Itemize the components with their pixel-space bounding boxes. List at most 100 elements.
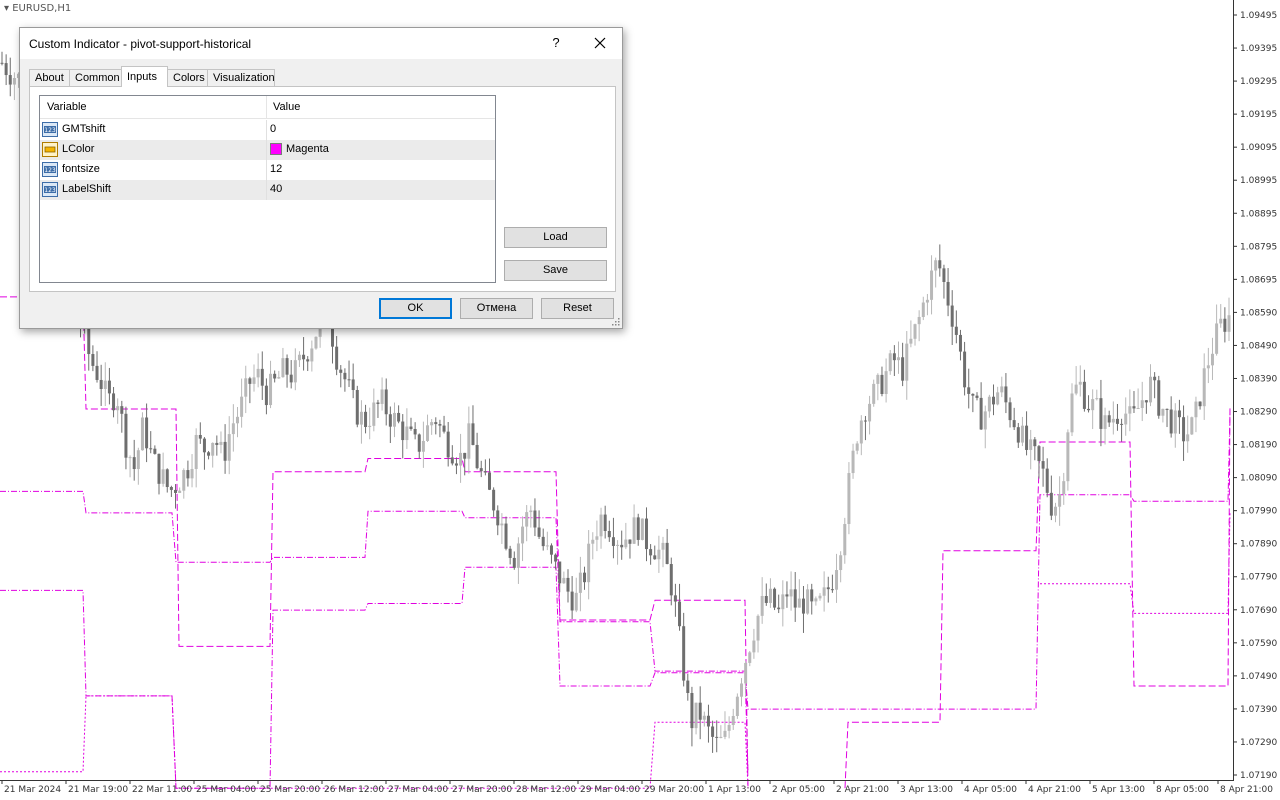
candle-body	[178, 490, 182, 493]
param-value[interactable]: 12	[270, 163, 282, 175]
column-header-variable[interactable]: Variable	[47, 101, 87, 113]
svg-text:123: 123	[44, 127, 56, 134]
column-header-value[interactable]: Value	[273, 101, 300, 113]
candle-body	[946, 281, 950, 306]
candle-body	[744, 662, 748, 684]
candle-body	[384, 389, 388, 415]
candle-body	[459, 452, 463, 466]
candle-body	[1194, 401, 1198, 418]
candle-body	[847, 473, 851, 525]
candle-body	[876, 374, 880, 384]
cancel-button[interactable]: Отмена	[460, 298, 533, 319]
candle-body	[793, 589, 797, 608]
candle-body	[1215, 323, 1219, 354]
param-value[interactable]: 40	[270, 183, 282, 195]
time-label: 22 Mar 11:00	[132, 785, 192, 795]
candle-body	[1157, 380, 1161, 416]
column-divider[interactable]	[266, 96, 267, 118]
price-label: 1.08090	[1240, 474, 1277, 484]
table-row[interactable]: LColor Magenta	[40, 140, 495, 160]
svg-text:123: 123	[44, 187, 56, 194]
save-button[interactable]: Save	[504, 260, 607, 281]
candle-body	[8, 75, 12, 85]
candle-body	[297, 354, 301, 361]
price-label: 1.07790	[1240, 573, 1277, 583]
candle-body	[310, 348, 314, 362]
candle-body	[149, 448, 153, 450]
ok-button[interactable]: OK	[379, 298, 452, 319]
candle-body	[768, 588, 772, 603]
param-name: LabelShift	[62, 183, 111, 195]
symbol-dropdown-icon[interactable]: ▾	[4, 3, 9, 14]
load-button[interactable]: Load	[504, 227, 607, 248]
price-label: 1.09395	[1240, 44, 1277, 54]
candle-body	[789, 589, 793, 597]
candle-body	[835, 570, 839, 590]
param-value[interactable]: 0	[270, 123, 276, 135]
candle-body	[587, 543, 591, 583]
candle-body	[971, 393, 975, 396]
candle-body	[525, 512, 529, 527]
candle-body	[731, 715, 735, 725]
color-swatch[interactable]	[270, 143, 282, 155]
param-value[interactable]: Magenta	[286, 143, 329, 155]
time-label: 8 Apr 05:00	[1156, 785, 1209, 795]
numeric-param-icon: 123	[42, 162, 58, 177]
candle-body	[103, 380, 107, 389]
candle-body	[244, 378, 248, 397]
candle-body	[1008, 402, 1012, 421]
candle-body	[1169, 409, 1173, 434]
candle-body	[1132, 406, 1136, 409]
time-label: 25 Mar 04:00	[196, 785, 256, 795]
candle-body	[636, 517, 640, 540]
dialog-titlebar[interactable]: Custom Indicator - pivot-support-histori…	[20, 28, 622, 59]
table-row[interactable]: 123 LabelShift 40	[40, 180, 495, 200]
pivot-level-line	[0, 412, 1231, 710]
candle-body	[277, 377, 281, 379]
candle-body	[471, 423, 475, 445]
price-label: 1.07590	[1240, 639, 1277, 649]
tab-common[interactable]: Common	[69, 69, 122, 86]
candle-body	[1004, 386, 1008, 403]
candle-body	[640, 518, 644, 540]
candle-body	[4, 63, 8, 76]
candle-body	[231, 423, 235, 435]
time-label: 2 Apr 21:00	[836, 785, 889, 795]
help-button[interactable]: ?	[546, 33, 566, 53]
cell-divider	[266, 160, 267, 180]
candle-body	[578, 572, 582, 593]
candle-body	[359, 411, 363, 425]
price-label: 1.09495	[1240, 11, 1277, 21]
candle-body	[545, 545, 549, 547]
candle-body	[1078, 381, 1082, 385]
candle-body	[223, 441, 227, 461]
candle-body	[967, 387, 971, 394]
candle-body	[161, 469, 165, 484]
candle-body	[1016, 427, 1020, 443]
candle-body	[673, 595, 677, 602]
candle-body	[735, 696, 739, 716]
table-row[interactable]: 123 fontsize 12	[40, 160, 495, 180]
close-button[interactable]	[590, 33, 610, 53]
candle-body	[1136, 408, 1140, 410]
candle-body	[1149, 376, 1153, 403]
candle-body	[591, 539, 595, 544]
candle-body	[1099, 398, 1103, 429]
candle-body	[1053, 506, 1057, 516]
tab-visualization[interactable]: Visualization	[207, 69, 275, 86]
tab-colors[interactable]: Colors	[167, 69, 208, 86]
candle-body	[678, 601, 682, 627]
candle-body	[430, 422, 434, 426]
candle-body	[368, 425, 372, 428]
resize-grip-icon[interactable]	[612, 318, 620, 326]
candle-body	[450, 457, 454, 464]
pivot-level-line	[0, 296, 749, 789]
tab-inputs[interactable]: Inputs	[121, 66, 168, 87]
candle-body	[281, 358, 285, 378]
candle-body	[1062, 481, 1066, 495]
reset-button[interactable]: Reset	[541, 298, 614, 319]
table-row[interactable]: 123 GMTshift 0	[40, 120, 495, 140]
candle-body	[401, 421, 405, 441]
tab-about[interactable]: About	[29, 69, 70, 86]
candle-body	[632, 517, 636, 544]
